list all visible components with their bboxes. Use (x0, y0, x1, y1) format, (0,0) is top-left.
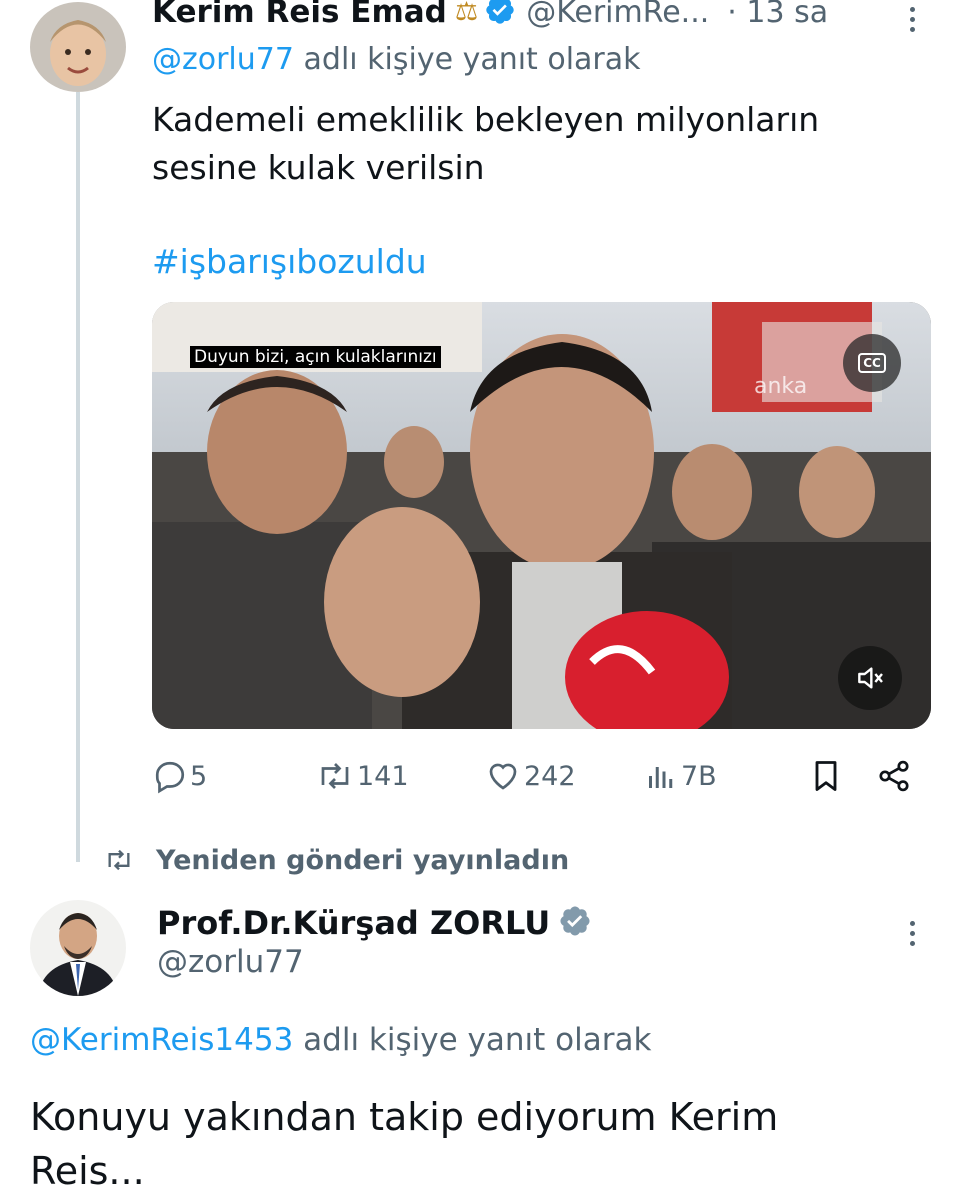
more-icon-2[interactable] (897, 916, 927, 956)
tweet2-handle[interactable]: @zorlu77 (157, 944, 304, 980)
share-button[interactable] (876, 754, 914, 798)
more-icon[interactable] (897, 2, 927, 42)
bookmark-icon (815, 761, 837, 791)
cc-icon: CC (858, 353, 886, 373)
mute-button[interactable] (838, 646, 902, 710)
heart-icon (489, 763, 517, 790)
video-caption: Duyun bizi, açın kulaklarınızı (190, 346, 441, 368)
repost-text: Yeniden gönderi yayınladın (156, 844, 570, 876)
repost-banner: Yeniden gönderi yayınladın (102, 840, 569, 880)
tweet1-header: Kerim Reis Emad ⚖ @KerimRe... · 13 sa (152, 0, 828, 34)
tweet1-text: Kademeli emeklilik bekleyen milyonların … (152, 100, 820, 187)
tweet2-text: Konuyu yakından takip ediyorum Kerim Rei… (30, 1095, 779, 1193)
bookmark-button[interactable] (808, 754, 846, 798)
views-icon (649, 767, 673, 788)
avatar-kerim[interactable] (30, 2, 126, 92)
mute-icon (858, 667, 883, 689)
thread-line (76, 92, 80, 862)
cc-button[interactable]: CC (843, 334, 901, 392)
tweet1-time[interactable]: · 13 sa (727, 0, 828, 30)
tweet2-display-name[interactable]: Prof.Dr.Kürşad ZORLU (157, 904, 550, 942)
retweet-icon (321, 763, 349, 789)
retweet-small-icon (108, 849, 130, 871)
retweet-button[interactable]: 141 (315, 754, 409, 798)
views-button[interactable]: 7B (643, 754, 717, 798)
tweet1-handle[interactable]: @KerimRe... (526, 0, 709, 30)
reply-mention-link-2[interactable]: @KerimReis1453 (30, 1022, 293, 1058)
share-icon (879, 760, 909, 792)
reply-button[interactable]: 5 (152, 754, 207, 798)
tweet1-display-name[interactable]: Kerim Reis Emad (152, 0, 447, 30)
avatar-zorlu[interactable] (30, 900, 126, 996)
like-button[interactable]: 242 (484, 754, 576, 798)
scales-emoji: ⚖ (454, 0, 479, 27)
verified-badge-gray-icon (558, 904, 592, 942)
reply-icon (155, 761, 185, 794)
verified-badge-icon (484, 0, 516, 30)
anka-watermark: anka (754, 374, 808, 399)
hashtag-link[interactable]: #işbarışıbozuldu (152, 242, 427, 281)
reply-mention-link[interactable]: @zorlu77 (152, 42, 294, 77)
tweet2-header: Prof.Dr.Kürşad ZORLU (157, 900, 592, 946)
tweet2-reply-context: @KerimReis1453 adlı kişiye yanıt olarak (30, 1022, 652, 1058)
tweet1-reply-context: @zorlu77 adlı kişiye yanıt olarak (152, 42, 641, 77)
